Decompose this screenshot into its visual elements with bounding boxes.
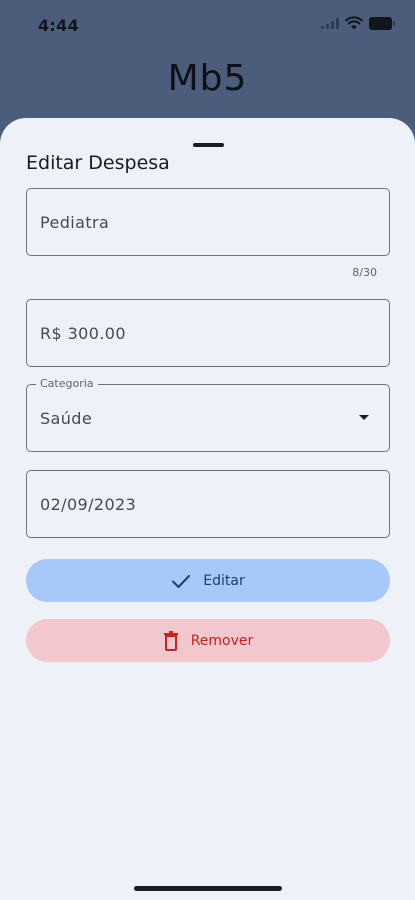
trash-icon: [163, 630, 178, 651]
cellular-signal-icon: [321, 17, 339, 29]
expense-name-value: Pediatra: [40, 212, 110, 232]
expense-name-input[interactable]: Pediatra: [26, 188, 390, 256]
drag-handle[interactable]: [193, 143, 224, 147]
character-counter: 8/30: [352, 266, 377, 279]
category-value: Saúde: [40, 408, 93, 428]
app-header: Mb5: [0, 50, 415, 110]
wifi-icon: [345, 16, 363, 30]
remove-button[interactable]: Remover: [26, 619, 390, 662]
status-icons: [321, 16, 395, 30]
arrow-drop-down-icon: [359, 415, 369, 420]
app-title: Mb5: [167, 58, 248, 99]
sheet-title: Editar Despesa: [26, 152, 170, 174]
expense-date-input[interactable]: 02/09/2023: [26, 470, 390, 538]
status-time: 4:44: [38, 16, 79, 35]
check-icon: [172, 574, 191, 588]
edit-expense-sheet: Editar Despesa Pediatra 8/30 R$ 300.00 C…: [0, 118, 415, 900]
expense-amount-input[interactable]: R$ 300.00: [26, 299, 390, 367]
expense-date-value: 02/09/2023: [40, 494, 137, 514]
expense-amount-value: R$ 300.00: [40, 323, 126, 343]
status-bar: 4:44: [0, 0, 415, 50]
remove-button-label: Remover: [190, 632, 254, 649]
category-dropdown[interactable]: Categoria Saúde: [26, 377, 390, 452]
edit-button[interactable]: Editar: [26, 559, 390, 602]
home-indicator: [134, 886, 282, 891]
battery-icon: [369, 16, 395, 30]
edit-button-label: Editar: [203, 572, 245, 589]
